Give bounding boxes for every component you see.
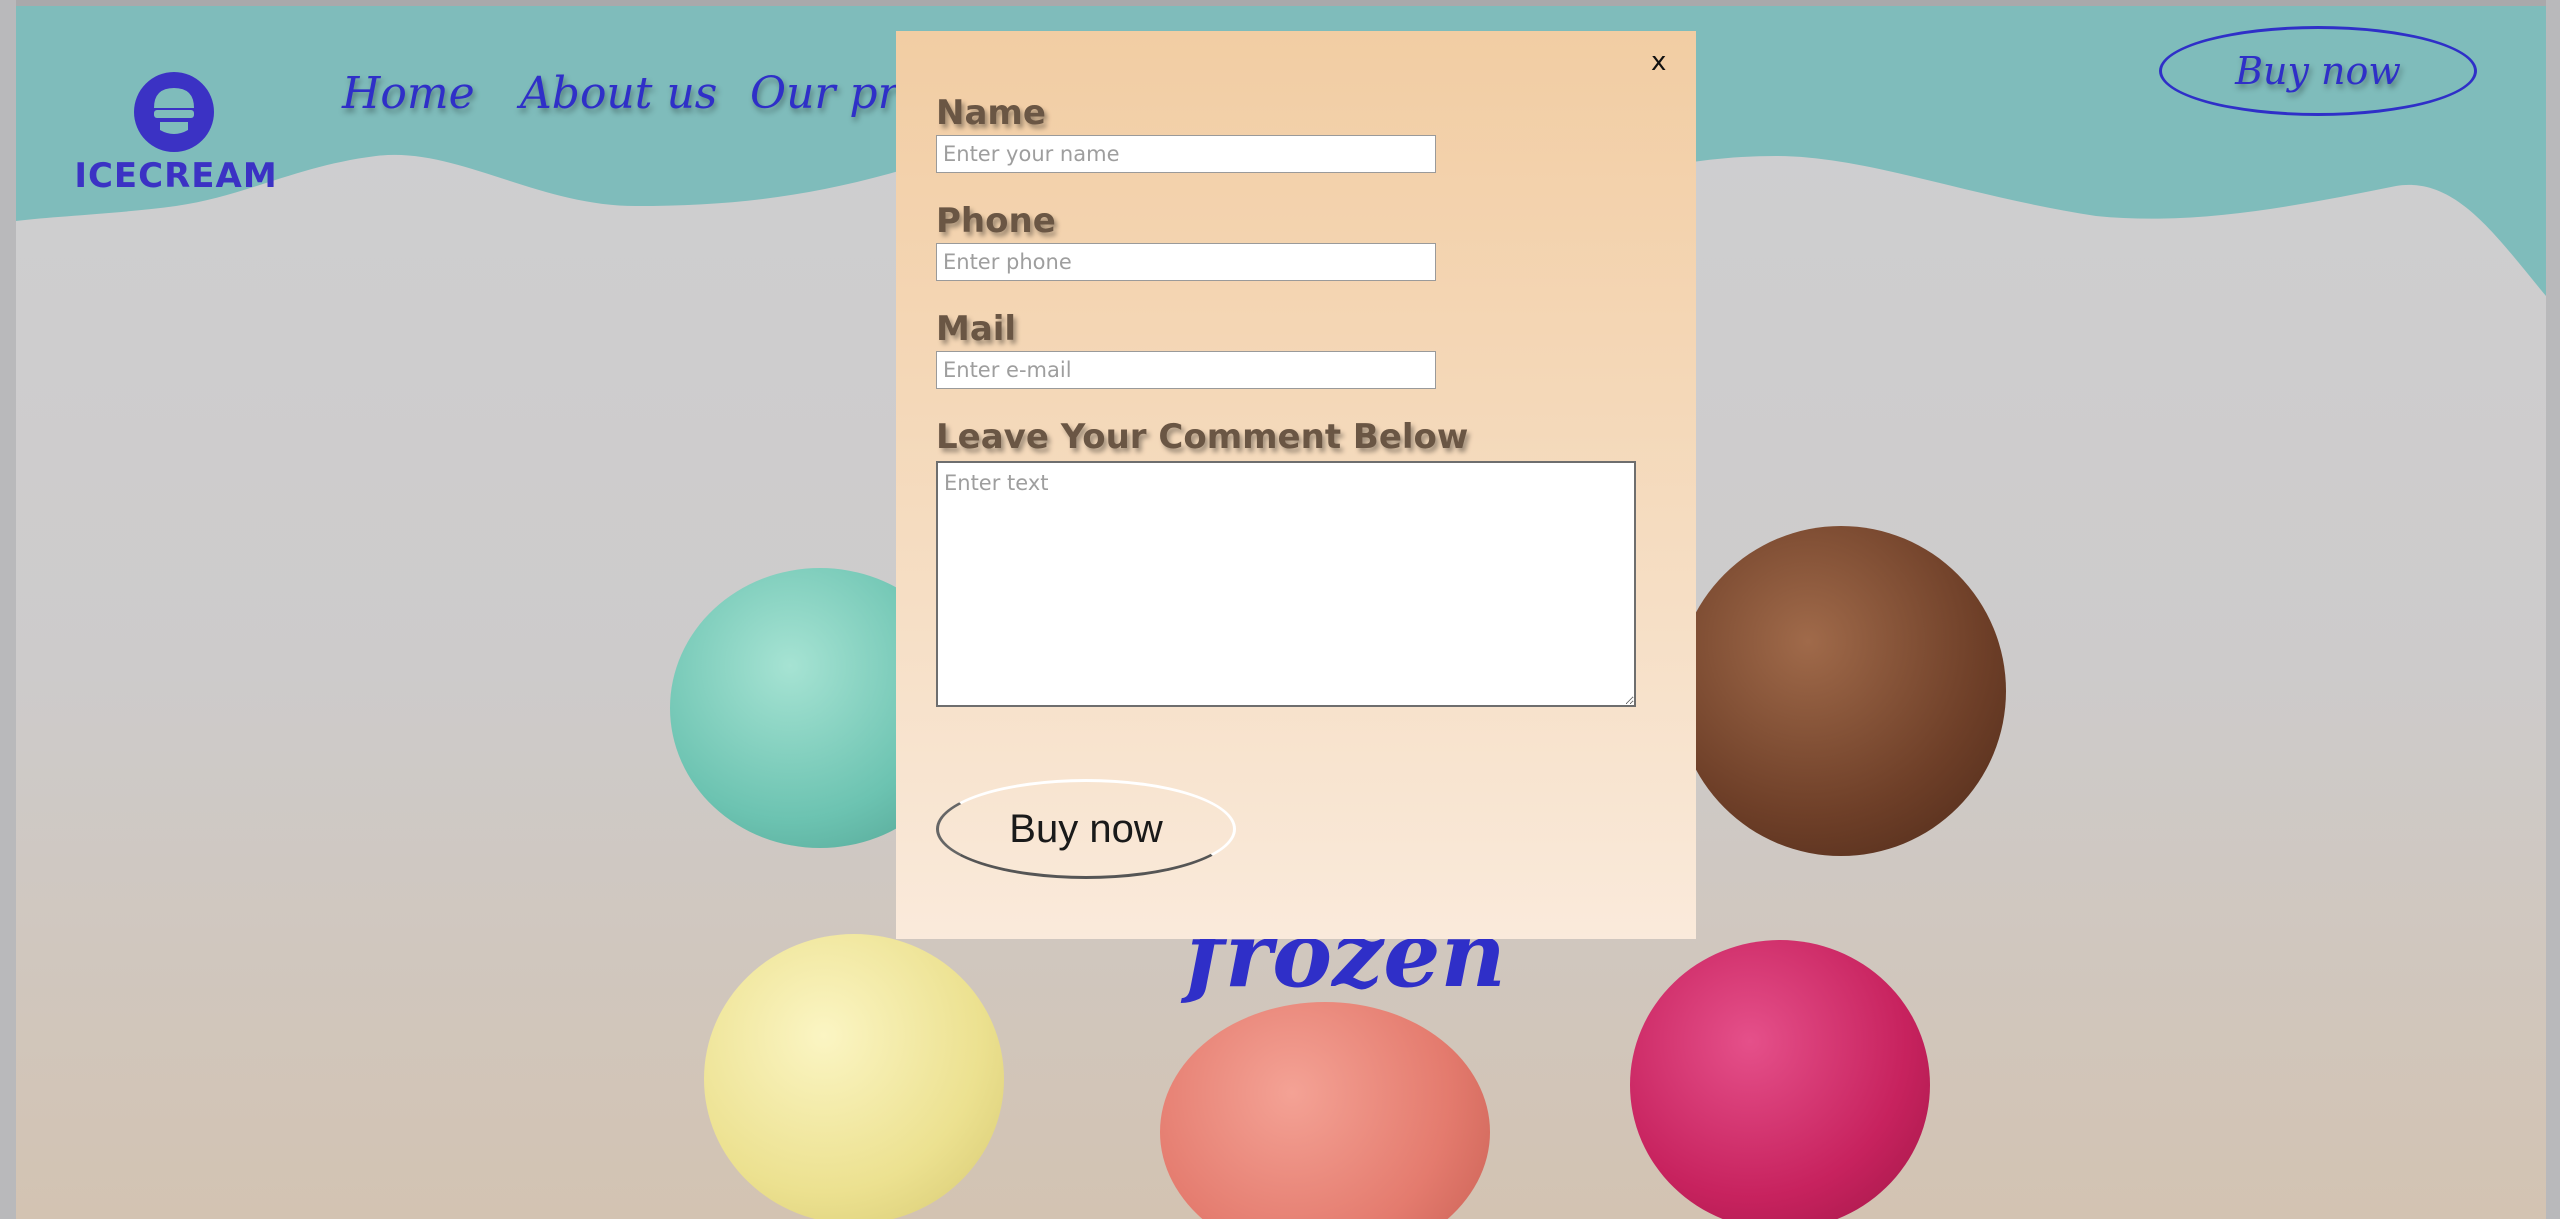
order-modal: x Name Phone Mail Leave Your Comment Bel… bbox=[896, 31, 1696, 939]
site-logo[interactable]: ICECREAM bbox=[66, 70, 286, 210]
mail-label: Mail bbox=[936, 309, 1017, 349]
chocolate-scoop-image bbox=[1676, 526, 2006, 856]
comment-label: Leave Your Comment Below bbox=[936, 417, 1469, 457]
helmet-icon bbox=[134, 72, 214, 152]
nav-about-us[interactable]: About us bbox=[520, 68, 717, 119]
email-input[interactable] bbox=[936, 351, 1436, 389]
name-label: Name bbox=[936, 93, 1046, 133]
name-input[interactable] bbox=[936, 135, 1436, 173]
phone-label: Phone bbox=[936, 201, 1056, 241]
close-button[interactable]: x bbox=[1651, 47, 1666, 77]
window-right-edge bbox=[2546, 0, 2560, 1219]
window-left-edge bbox=[0, 0, 16, 1219]
modal-buy-button[interactable]: Buy now bbox=[936, 779, 1236, 879]
strawberry-scoop-image bbox=[1160, 1002, 1490, 1219]
vanilla-scoop-image bbox=[704, 934, 1004, 1219]
phone-input[interactable] bbox=[936, 243, 1436, 281]
raspberry-scoop-image bbox=[1630, 940, 1930, 1219]
nav-home[interactable]: Home bbox=[342, 68, 475, 119]
header-buy-button[interactable]: Buy now bbox=[2159, 26, 2477, 116]
comment-textarea[interactable] bbox=[936, 461, 1636, 707]
logo-text: ICECREAM bbox=[74, 156, 278, 196]
